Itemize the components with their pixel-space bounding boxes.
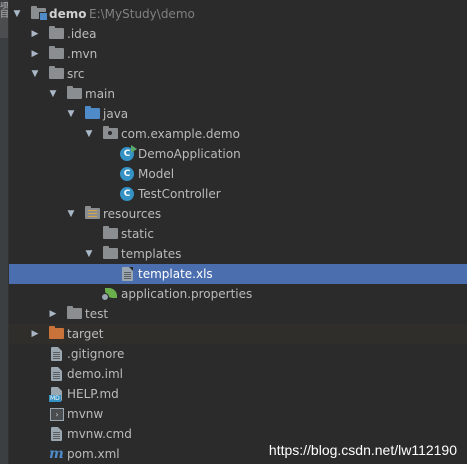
tree-row-model[interactable]: C Model: [9, 164, 467, 184]
tree-label: java: [103, 107, 129, 121]
tree-row-main[interactable]: ▼ main: [9, 84, 467, 104]
tree-row-mvnw[interactable]: › mvnw: [9, 404, 467, 424]
tree-label: src: [67, 67, 85, 81]
folder-icon: [49, 66, 64, 79]
tree-label: templates: [121, 247, 182, 261]
tree-label: static: [121, 227, 154, 241]
tree-row-package[interactable]: ▼ com.example.demo: [9, 124, 467, 144]
tree-label: .gitignore: [67, 347, 125, 361]
maven-icon: m: [49, 446, 64, 462]
text-file-icon: [51, 347, 62, 361]
tree-row-idea[interactable]: ▶ .idea: [9, 24, 467, 44]
file-icon: [122, 267, 133, 281]
tree-row-test-controller[interactable]: C TestController: [9, 184, 467, 204]
tree-row-help-md[interactable]: MD HELP.md: [9, 384, 467, 404]
folder-icon: [49, 26, 64, 39]
tree-row-templates[interactable]: ▼ templates: [9, 244, 467, 264]
tree-label: .idea: [67, 27, 97, 41]
tree-row-java[interactable]: ▼ java: [9, 104, 467, 124]
tree-row-src[interactable]: ▼ src: [9, 64, 467, 84]
tree-row-demo-application[interactable]: C DemoApplication: [9, 144, 467, 164]
tree-row-gitignore[interactable]: .gitignore: [9, 344, 467, 364]
expand-right-icon[interactable]: ▶: [29, 324, 41, 344]
class-icon: C: [120, 187, 134, 201]
project-tool-window-strip[interactable]: 项目: [0, 0, 9, 464]
tree-label: com.example.demo: [121, 127, 240, 141]
tree-row-demo[interactable]: ▼ demo E:\MyStudy\demo: [9, 4, 467, 24]
tree-label: .mvn: [67, 47, 98, 61]
tree-label: TestController: [138, 187, 221, 201]
project-tree[interactable]: ▼ demo E:\MyStudy\demo ▶ .idea ▶ .mvn ▼ …: [9, 4, 467, 464]
tree-label: resources: [103, 207, 162, 221]
tree-label: test: [85, 307, 109, 321]
expand-down-icon[interactable]: ▼: [47, 84, 59, 104]
folder-icon: [49, 46, 64, 59]
project-name: demo: [49, 7, 87, 21]
tree-row-test[interactable]: ▶ test: [9, 304, 467, 324]
tree-label: HELP.md: [67, 387, 119, 401]
project-tab[interactable]: 项目: [0, 2, 8, 38]
tree-label: mvnw: [67, 407, 104, 421]
tree-row-template-xls[interactable]: template.xls: [9, 264, 467, 284]
tree-label: main: [85, 87, 115, 101]
expand-down-icon[interactable]: ▼: [83, 244, 95, 264]
expand-right-icon[interactable]: ▶: [29, 24, 41, 44]
expand-right-icon[interactable]: ▶: [47, 304, 59, 324]
folder-icon: [67, 86, 82, 99]
class-icon: C: [120, 167, 134, 181]
tree-label: mvnw.cmd: [67, 427, 132, 441]
runnable-class-icon: C: [120, 145, 137, 161]
tree-label: Model: [138, 167, 175, 181]
tree-label: target: [67, 327, 104, 341]
tree-row-static[interactable]: static: [9, 224, 467, 244]
iml-file-icon: [51, 367, 62, 381]
tree-label: application.properties: [121, 287, 253, 301]
markdown-file-icon: MD: [49, 387, 62, 402]
expand-down-icon[interactable]: ▼: [65, 204, 77, 224]
tree-label: template.xls: [138, 267, 213, 281]
module-folder-icon: [31, 6, 48, 21]
folder-icon: [67, 306, 82, 319]
expand-right-icon[interactable]: ▶: [29, 44, 41, 64]
watermark: https://blog.csdn.net/lw112190: [268, 442, 457, 458]
cmd-file-icon: [51, 427, 62, 441]
tree-row-mvnw-cmd[interactable]: mvnw.cmd: [9, 424, 467, 444]
tree-label: DemoApplication: [138, 147, 241, 161]
folder-icon: [103, 246, 118, 259]
excluded-folder-icon: [49, 326, 64, 339]
tree-label: demo.iml: [67, 367, 123, 381]
tree-row-application-properties[interactable]: application.properties: [9, 284, 467, 304]
expand-down-icon[interactable]: ▼: [65, 104, 77, 124]
source-folder-icon: [85, 106, 100, 119]
tree-row-demo-iml[interactable]: demo.iml: [9, 364, 467, 384]
package-icon: [103, 126, 118, 139]
project-path: E:\MyStudy\demo: [89, 7, 195, 21]
tree-row-target[interactable]: ▶ target: [9, 324, 467, 344]
tree-label: pom.xml: [67, 447, 120, 461]
tree-row-mvn[interactable]: ▶ .mvn: [9, 44, 467, 64]
spring-properties-icon: [101, 288, 117, 301]
tree-row-resources[interactable]: ▼ resources: [9, 204, 467, 224]
expand-down-icon[interactable]: ▼: [83, 124, 95, 144]
expand-down-icon[interactable]: ▼: [29, 64, 41, 84]
shell-script-icon: ›: [50, 408, 64, 421]
expand-down-icon[interactable]: ▼: [11, 4, 23, 24]
resources-folder-icon: [85, 206, 100, 219]
folder-icon: [103, 226, 118, 239]
